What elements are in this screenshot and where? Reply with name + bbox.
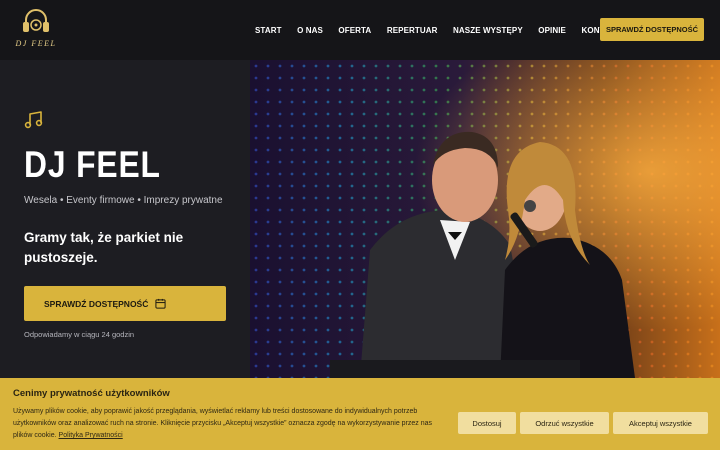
cookie-title: Cenimy prywatność użytkowników	[13, 388, 170, 399]
nav-item-repertuar[interactable]: REPERTUAR	[387, 26, 438, 35]
customize-cookies-button[interactable]: Dostosuj	[458, 412, 516, 434]
response-time-note: Odpowiadamy w ciągu 24 godzin	[24, 330, 135, 339]
site-header: DJ FEEL START O NAS OFERTA REPERTUAR NAS…	[0, 0, 720, 60]
cookie-text: Używamy plików cookie, aby poprawić jako…	[13, 406, 453, 442]
nav-item-nasze-wystepy[interactable]: NASZE WYSTĘPY	[453, 26, 523, 35]
hero-subtitle: Wesela • Eventy firmowe • Imprezy prywat…	[24, 195, 223, 206]
logo-text: DJ FEEL	[15, 39, 57, 48]
nav-item-start[interactable]: START	[255, 26, 282, 35]
nav-item-o-nas[interactable]: O NAS	[297, 26, 323, 35]
hero-panel: DJ FEEL Wesela • Eventy firmowe • Imprez…	[0, 60, 250, 378]
header-availability-button[interactable]: SPRAWDŹ DOSTĘPNOŚĆ	[600, 18, 704, 41]
music-note-icon	[24, 111, 43, 129]
logo[interactable]: DJ FEEL	[12, 6, 60, 52]
main-nav: START O NAS OFERTA REPERTUAR NASZE WYSTĘ…	[255, 0, 636, 60]
hero-title: DJ FEEL	[24, 144, 161, 185]
calendar-icon	[155, 298, 166, 309]
dj-duo-photo	[250, 60, 720, 378]
nav-item-oferta[interactable]: OFERTA	[338, 26, 371, 35]
hero-photo	[250, 60, 720, 378]
hero-availability-button[interactable]: SPRAWDŹ DOSTĘPNOŚĆ	[24, 286, 226, 321]
hero-tagline: Gramy tak, że parkiet nie pustoszeje.	[24, 230, 184, 265]
accept-all-cookies-button[interactable]: Akceptuj wszystkie	[613, 412, 708, 434]
reject-all-cookies-button[interactable]: Odrzuć wszystkie	[520, 412, 609, 434]
headphones-logo-icon	[23, 9, 49, 32]
hero-cta-label: SPRAWDŹ DOSTĘPNOŚĆ	[44, 298, 149, 309]
privacy-policy-link[interactable]: Polityka Prywatności	[59, 432, 123, 439]
nav-item-opinie[interactable]: OPINIE	[538, 26, 566, 35]
cookie-banner: Cenimy prywatność użytkowników Używamy p…	[0, 378, 720, 450]
